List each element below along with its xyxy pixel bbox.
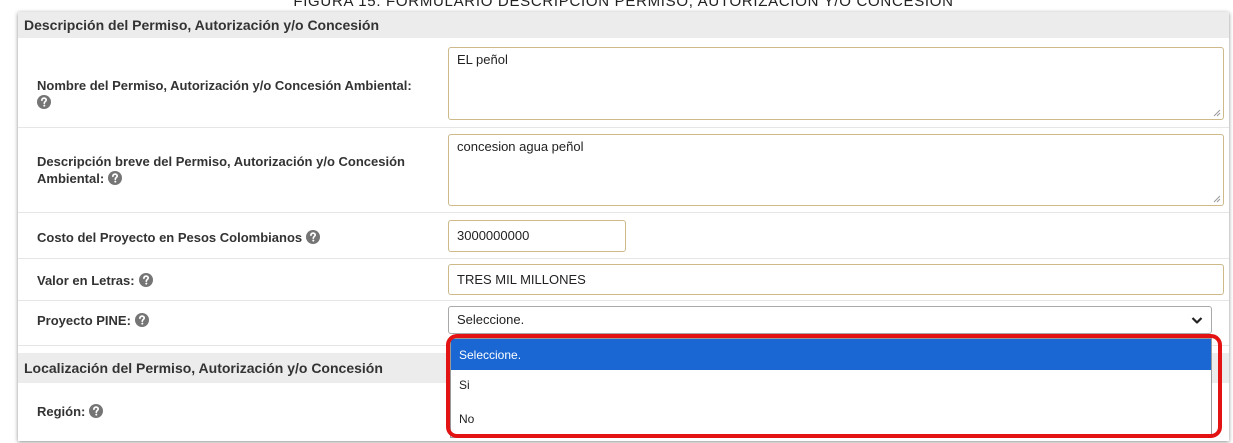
permit-name-label-text: Nombre del Permiso, Autorización y/o Con… — [37, 78, 412, 93]
value-in-words-label-text: Valor en Letras: — [37, 273, 135, 288]
project-cost-label-text: Costo del Proyecto en Pesos Colombianos — [37, 230, 303, 245]
form-screenshot: FIGURA 15. FORMULARIO DESCRIPCIÓN PERMIS… — [0, 0, 1233, 443]
resize-grip-icon[interactable] — [1212, 194, 1221, 203]
question-circle-icon[interactable] — [138, 273, 153, 287]
brief-description-label-text: Descripción breve del Permiso, Autorizac… — [37, 154, 405, 186]
value-in-words-input[interactable]: TRES MIL MILLONES — [448, 264, 1224, 295]
pine-project-label-text: Proyecto PINE: — [37, 313, 131, 328]
region-label: Región: — [37, 403, 429, 420]
permit-name-textarea[interactable]: EL peñol — [448, 47, 1224, 120]
project-cost-input[interactable]: 3000000000 — [448, 220, 626, 252]
question-circle-icon[interactable] — [108, 171, 123, 185]
value-in-words-label: Valor en Letras: — [37, 272, 429, 289]
chevron-down-icon[interactable] — [1191, 316, 1203, 325]
project-cost-label: Costo del Proyecto en Pesos Colombianos — [37, 229, 429, 246]
pine-select-value: Seleccione. — [457, 312, 525, 327]
region-label-text: Región: — [37, 404, 86, 419]
pine-option-si[interactable]: Si — [451, 370, 1211, 400]
row-divider — [18, 127, 1229, 128]
row-divider — [18, 212, 1229, 213]
pine-project-select[interactable]: Seleccione. — [448, 306, 1212, 334]
figure-caption: FIGURA 15. FORMULARIO DESCRIPCIÓN PERMIS… — [293, 0, 954, 9]
permit-name-value: EL peñol — [457, 52, 508, 67]
question-circle-icon[interactable] — [37, 95, 51, 109]
row-divider — [18, 258, 1229, 259]
brief-description-value: concesion agua peñol — [457, 139, 584, 154]
section-header-description: Descripción del Permiso, Autorización y/… — [18, 12, 1229, 38]
resize-grip-icon[interactable] — [1212, 108, 1221, 117]
brief-description-label: Descripción breve del Permiso, Autorizac… — [37, 153, 429, 187]
pine-dropdown-list: Seleccione. Si No — [450, 338, 1212, 438]
row-divider — [18, 300, 1229, 301]
question-circle-icon[interactable] — [306, 230, 321, 244]
pine-project-label: Proyecto PINE: — [37, 312, 429, 329]
permit-name-label: Nombre del Permiso, Autorización y/o Con… — [37, 77, 429, 109]
pine-option-seleccione[interactable]: Seleccione. — [451, 339, 1211, 370]
question-circle-icon[interactable] — [134, 313, 149, 327]
brief-description-textarea[interactable]: concesion agua peñol — [448, 134, 1224, 206]
question-circle-icon[interactable] — [89, 404, 104, 418]
figure-caption-clip: FIGURA 15. FORMULARIO DESCRIPCIÓN PERMIS… — [0, 0, 1233, 9]
pine-option-no[interactable]: No — [451, 400, 1211, 437]
